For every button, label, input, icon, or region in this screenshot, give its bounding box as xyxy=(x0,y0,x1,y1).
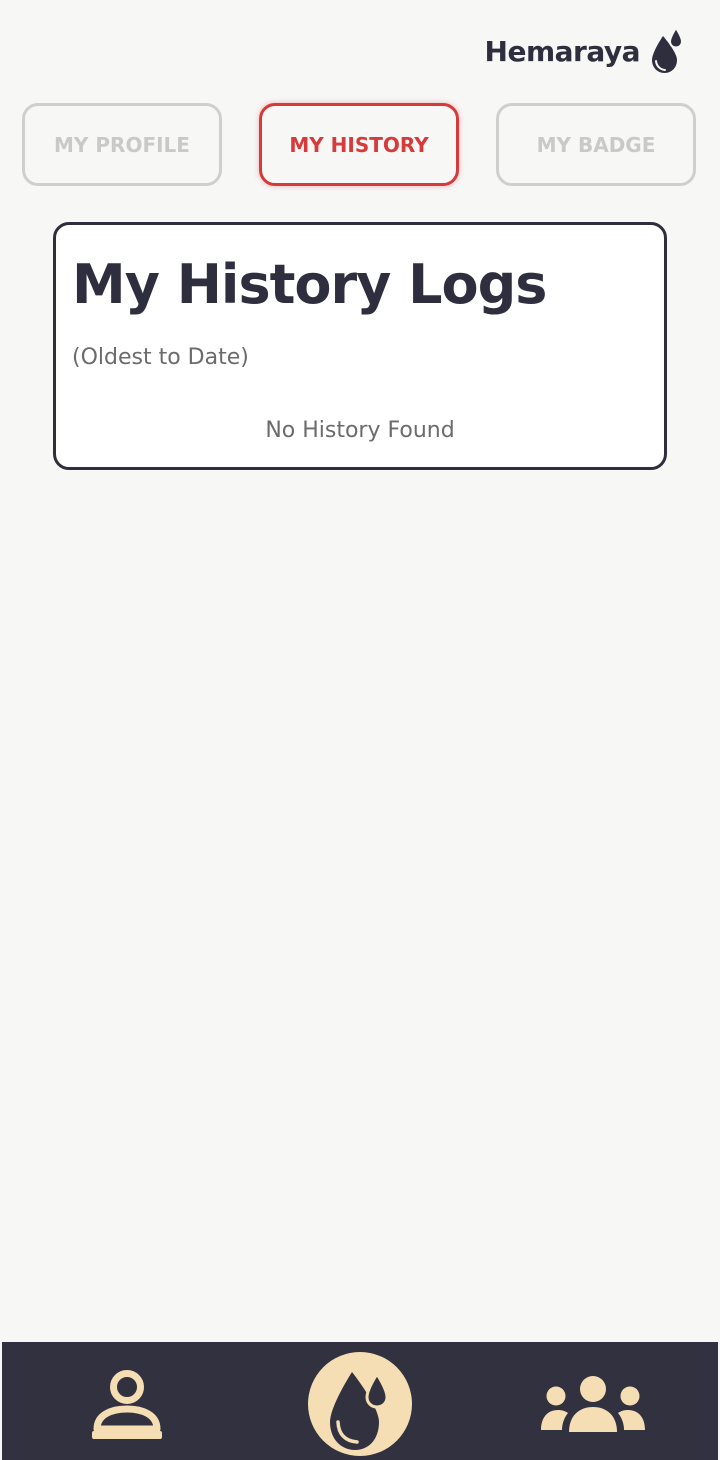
app-brand: Hemaraya xyxy=(485,28,684,74)
history-sort-caption: (Oldest to Date) xyxy=(72,345,249,370)
blood-drop-icon xyxy=(330,1371,389,1450)
tab-my-badge[interactable]: MY BADGE xyxy=(496,103,696,186)
blood-drops-icon xyxy=(652,28,684,73)
person-icon[interactable] xyxy=(89,1369,165,1441)
home-drop-button[interactable] xyxy=(308,1352,412,1456)
empty-history-message: No History Found xyxy=(265,418,455,443)
profile-tabs: MY PROFILE MY HISTORY MY BADGE xyxy=(22,103,697,186)
group-icon[interactable] xyxy=(539,1375,647,1433)
tab-my-profile[interactable]: MY PROFILE xyxy=(22,103,222,186)
bottom-navigation xyxy=(2,1342,718,1460)
history-logs-title: My History Logs xyxy=(72,253,547,316)
tab-my-history[interactable]: MY HISTORY xyxy=(259,103,459,186)
app-title: Hemaraya xyxy=(484,34,641,68)
history-logs-card: My History Logs (Oldest to Date) No Hist… xyxy=(53,222,667,470)
